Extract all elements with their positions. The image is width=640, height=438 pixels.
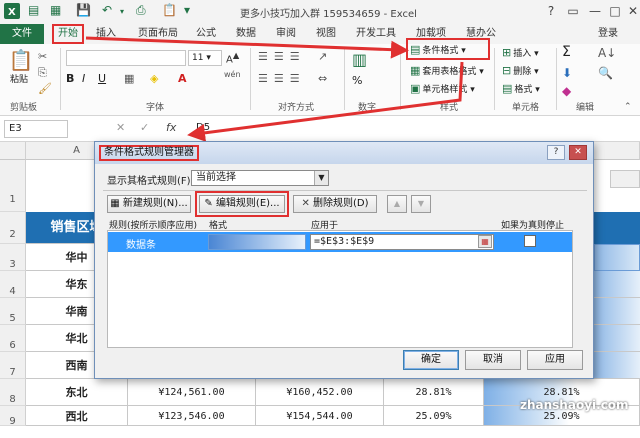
data-bar-preview	[208, 234, 306, 250]
show-rules-label: 显示其格式规则(F):	[107, 176, 194, 187]
dialog-title: 条件格式规则管理器	[99, 145, 199, 161]
dialog-help-button[interactable]: ?	[547, 145, 565, 160]
conditional-format-rules-dialog: 条件格式规则管理器 ? ✕ 显示其格式规则(F): 当前选择 ▼ ▦ 新建规则(…	[94, 141, 594, 379]
edit-rule-icon: ✎	[204, 198, 216, 209]
arrow-to-conditional-format	[85, 36, 409, 59]
edit-rule-label: 编辑规则(E)...	[215, 198, 280, 209]
dialog-close-button[interactable]: ✕	[569, 145, 587, 160]
range-picker-icon[interactable]: ▦	[478, 235, 492, 248]
stop-if-true-checkbox[interactable]	[524, 235, 536, 247]
delete-rule-icon: ✕	[301, 198, 314, 209]
delete-rule-label: 删除规则(D)	[313, 198, 369, 209]
new-rule-icon: ▦	[110, 198, 123, 209]
divider	[103, 190, 587, 191]
dialog-title-bar: 条件格式规则管理器 ? ✕	[95, 142, 593, 164]
applies-to-input[interactable]: =$E$3:$E$9	[310, 234, 494, 250]
ok-button[interactable]: 确定	[403, 350, 459, 370]
show-rules-select[interactable]: 当前选择 ▼	[191, 170, 329, 186]
show-rules-value: 当前选择	[196, 172, 236, 183]
new-rule-button[interactable]: ▦ 新建规则(N)...	[107, 195, 191, 213]
edit-rule-button[interactable]: ✎ 编辑规则(E)...	[199, 195, 285, 213]
apply-button[interactable]: 应用	[527, 350, 583, 370]
cancel-button[interactable]: 取消	[465, 350, 521, 370]
arrow-to-dialog	[187, 61, 464, 142]
new-rule-label: 新建规则(N)...	[122, 198, 188, 209]
move-up-button[interactable]: ▲	[387, 195, 407, 213]
move-down-button[interactable]: ▼	[411, 195, 431, 213]
chevron-down-icon[interactable]: ▼	[314, 171, 328, 185]
delete-rule-button[interactable]: ✕ 删除规则(D)	[293, 195, 377, 213]
rule-name: 数据条	[126, 240, 156, 251]
rule-row[interactable]: 数据条 =$E$3:$E$9 ▦	[108, 232, 572, 252]
